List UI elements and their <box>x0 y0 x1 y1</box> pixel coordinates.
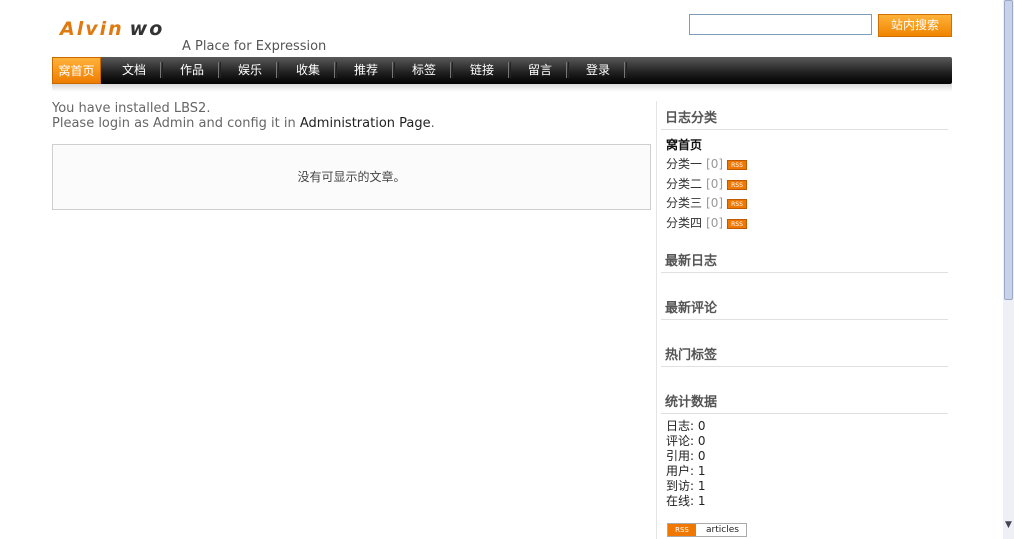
empty-message: 没有可显示的文章。 <box>297 170 406 184</box>
category-item: 分类二 [0] RSS <box>666 175 748 192</box>
install-line-2-prefix: Please login as Admin and config it in <box>52 116 300 131</box>
category-count: [0] <box>706 157 724 171</box>
stat-users: 用户: 1 <box>666 464 706 478</box>
sidebar-divider <box>656 101 657 539</box>
section-rule <box>661 366 948 367</box>
category-count: [0] <box>706 196 724 210</box>
category-count: [0] <box>706 177 724 191</box>
badge-label: articles <box>706 525 739 535</box>
latest-logs-title: 最新日志 <box>665 254 718 269</box>
nav-item-home[interactable]: 窝首页 <box>52 57 101 84</box>
nav-item-recommend[interactable]: 推荐 <box>342 57 390 84</box>
nav-separator <box>508 62 511 78</box>
section-rule <box>661 272 948 273</box>
category-count: [0] <box>706 216 724 230</box>
nav-item-login[interactable]: 登录 <box>574 57 622 84</box>
nav-separator <box>566 62 569 78</box>
hot-tags-title: 热门标签 <box>665 348 718 363</box>
rss-icon[interactable]: RSS <box>727 179 748 190</box>
nav-item-collection[interactable]: 收集 <box>284 57 332 84</box>
nav-separator <box>450 62 453 78</box>
install-message: You have installed LBS2. Please login as… <box>52 101 435 131</box>
nav-separator <box>276 62 279 78</box>
install-line-2: Please login as Admin and config it in A… <box>52 116 435 131</box>
stat-comments: 评论: 0 <box>666 434 706 448</box>
main-nav: 窝首页 文档 作品 娱乐 收集 推荐 标签 链接 留言 登录 <box>52 57 952 84</box>
nav-separator <box>392 62 395 78</box>
nav-separator <box>334 62 337 78</box>
stat-logs: 日志: 0 <box>666 419 706 433</box>
install-line-2-suffix: . <box>430 116 435 131</box>
nav-item-works[interactable]: 作品 <box>168 57 216 84</box>
install-line-1: You have installed LBS2. <box>52 101 211 116</box>
admin-page-link[interactable]: Administration Page <box>300 116 431 131</box>
nav-separator <box>624 62 627 78</box>
categories-title: 日志分类 <box>665 111 718 126</box>
scroll-down-arrow-icon[interactable]: ▼ <box>1004 518 1013 532</box>
scrollbar-thumb[interactable] <box>1004 0 1013 300</box>
stat-visits: 到访: 1 <box>666 479 706 493</box>
category-item: 分类一 [0] RSS <box>666 155 748 172</box>
nav-separator <box>160 62 163 78</box>
nav-item-entertainment[interactable]: 娱乐 <box>226 57 274 84</box>
logo-second: wo <box>129 18 165 40</box>
rss-icon[interactable]: RSS <box>727 198 748 209</box>
rss-articles-badge[interactable]: RSS articles <box>667 523 747 537</box>
section-rule <box>661 413 948 414</box>
category-item: 分类三 [0] RSS <box>666 194 748 211</box>
nav-item-guestbook[interactable]: 留言 <box>516 57 564 84</box>
category-name[interactable]: 分类三 <box>666 196 702 210</box>
category-home-link[interactable]: 窝首页 <box>666 136 702 153</box>
category-item: 分类四 [0] RSS <box>666 214 748 231</box>
rss-icon[interactable]: RSS <box>727 159 748 170</box>
section-rule <box>661 319 948 320</box>
nav-separator <box>218 62 221 78</box>
category-name[interactable]: 分类一 <box>666 157 702 171</box>
empty-articles-box: 没有可显示的文章。 <box>52 144 651 210</box>
nav-item-tags[interactable]: 标签 <box>400 57 448 84</box>
stats-title: 统计数据 <box>665 395 718 410</box>
search-input[interactable] <box>689 14 872 35</box>
rss-icon: RSS <box>668 524 696 536</box>
nav-item-docs[interactable]: 文档 <box>110 57 158 84</box>
category-name[interactable]: 分类四 <box>666 216 702 230</box>
category-name[interactable]: 分类二 <box>666 177 702 191</box>
section-rule <box>661 129 948 130</box>
site-logo[interactable]: Alvin wo <box>60 18 164 40</box>
site-tagline: A Place for Expression <box>182 39 327 54</box>
stat-trackbacks: 引用: 0 <box>666 449 706 463</box>
latest-comments-title: 最新评论 <box>665 301 718 316</box>
stats-list: 日志: 0 评论: 0 引用: 0 用户: 1 到访: 1 在线: 1 <box>666 419 706 509</box>
rss-icon[interactable]: RSS <box>727 218 748 229</box>
stat-online: 在线: 1 <box>666 494 706 508</box>
nav-shadow <box>52 84 952 92</box>
search-button[interactable]: 站内搜索 <box>878 14 952 37</box>
nav-item-links[interactable]: 链接 <box>458 57 506 84</box>
logo-first: Alvin <box>60 18 124 40</box>
